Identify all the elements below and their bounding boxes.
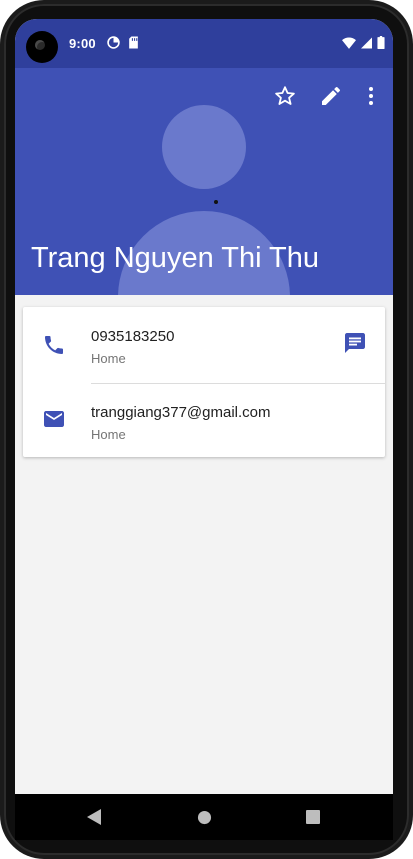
status-time: 9:00 bbox=[69, 36, 96, 51]
star-outline-icon[interactable] bbox=[273, 84, 297, 108]
cell-signal-icon bbox=[361, 36, 372, 54]
contact-details-card: 0935183250 Home tranggiang377@gmail.com … bbox=[23, 307, 385, 457]
status-right-group bbox=[342, 36, 385, 54]
status-bar: 9:00 bbox=[15, 19, 393, 68]
email-type-label: Home bbox=[91, 427, 126, 442]
data-saver-icon bbox=[107, 36, 120, 54]
screen: 9:00 Trang Nguyen Thi Thu 0935183250 Hom… bbox=[15, 19, 393, 794]
battery-icon bbox=[377, 36, 385, 54]
email-row[interactable]: tranggiang377@gmail.com Home bbox=[23, 383, 385, 458]
wifi-icon bbox=[342, 36, 356, 54]
more-vert-icon[interactable] bbox=[359, 84, 383, 108]
phone-icon bbox=[42, 333, 66, 357]
front-camera bbox=[26, 31, 58, 63]
camera-lens bbox=[35, 40, 45, 50]
back-icon[interactable] bbox=[84, 807, 104, 827]
contact-header: Trang Nguyen Thi Thu bbox=[15, 68, 393, 295]
email-icon bbox=[42, 407, 66, 431]
phone-device-frame: 9:00 Trang Nguyen Thi Thu 0935183250 Hom… bbox=[0, 0, 413, 859]
phone-type-label: Home bbox=[91, 351, 126, 366]
phone-number: 0935183250 bbox=[91, 328, 175, 345]
navigation-bar bbox=[15, 794, 393, 840]
phone-row[interactable]: 0935183250 Home bbox=[23, 307, 385, 384]
recents-icon[interactable] bbox=[303, 807, 323, 827]
edit-pencil-icon[interactable] bbox=[319, 84, 343, 108]
message-icon[interactable] bbox=[343, 331, 367, 355]
home-icon[interactable] bbox=[194, 807, 214, 827]
contact-name: Trang Nguyen Thi Thu bbox=[31, 242, 320, 274]
email-address: tranggiang377@gmail.com bbox=[91, 404, 271, 421]
avatar-head-shape bbox=[162, 105, 246, 189]
avatar-dot bbox=[214, 200, 218, 204]
sd-card-icon bbox=[128, 36, 139, 54]
